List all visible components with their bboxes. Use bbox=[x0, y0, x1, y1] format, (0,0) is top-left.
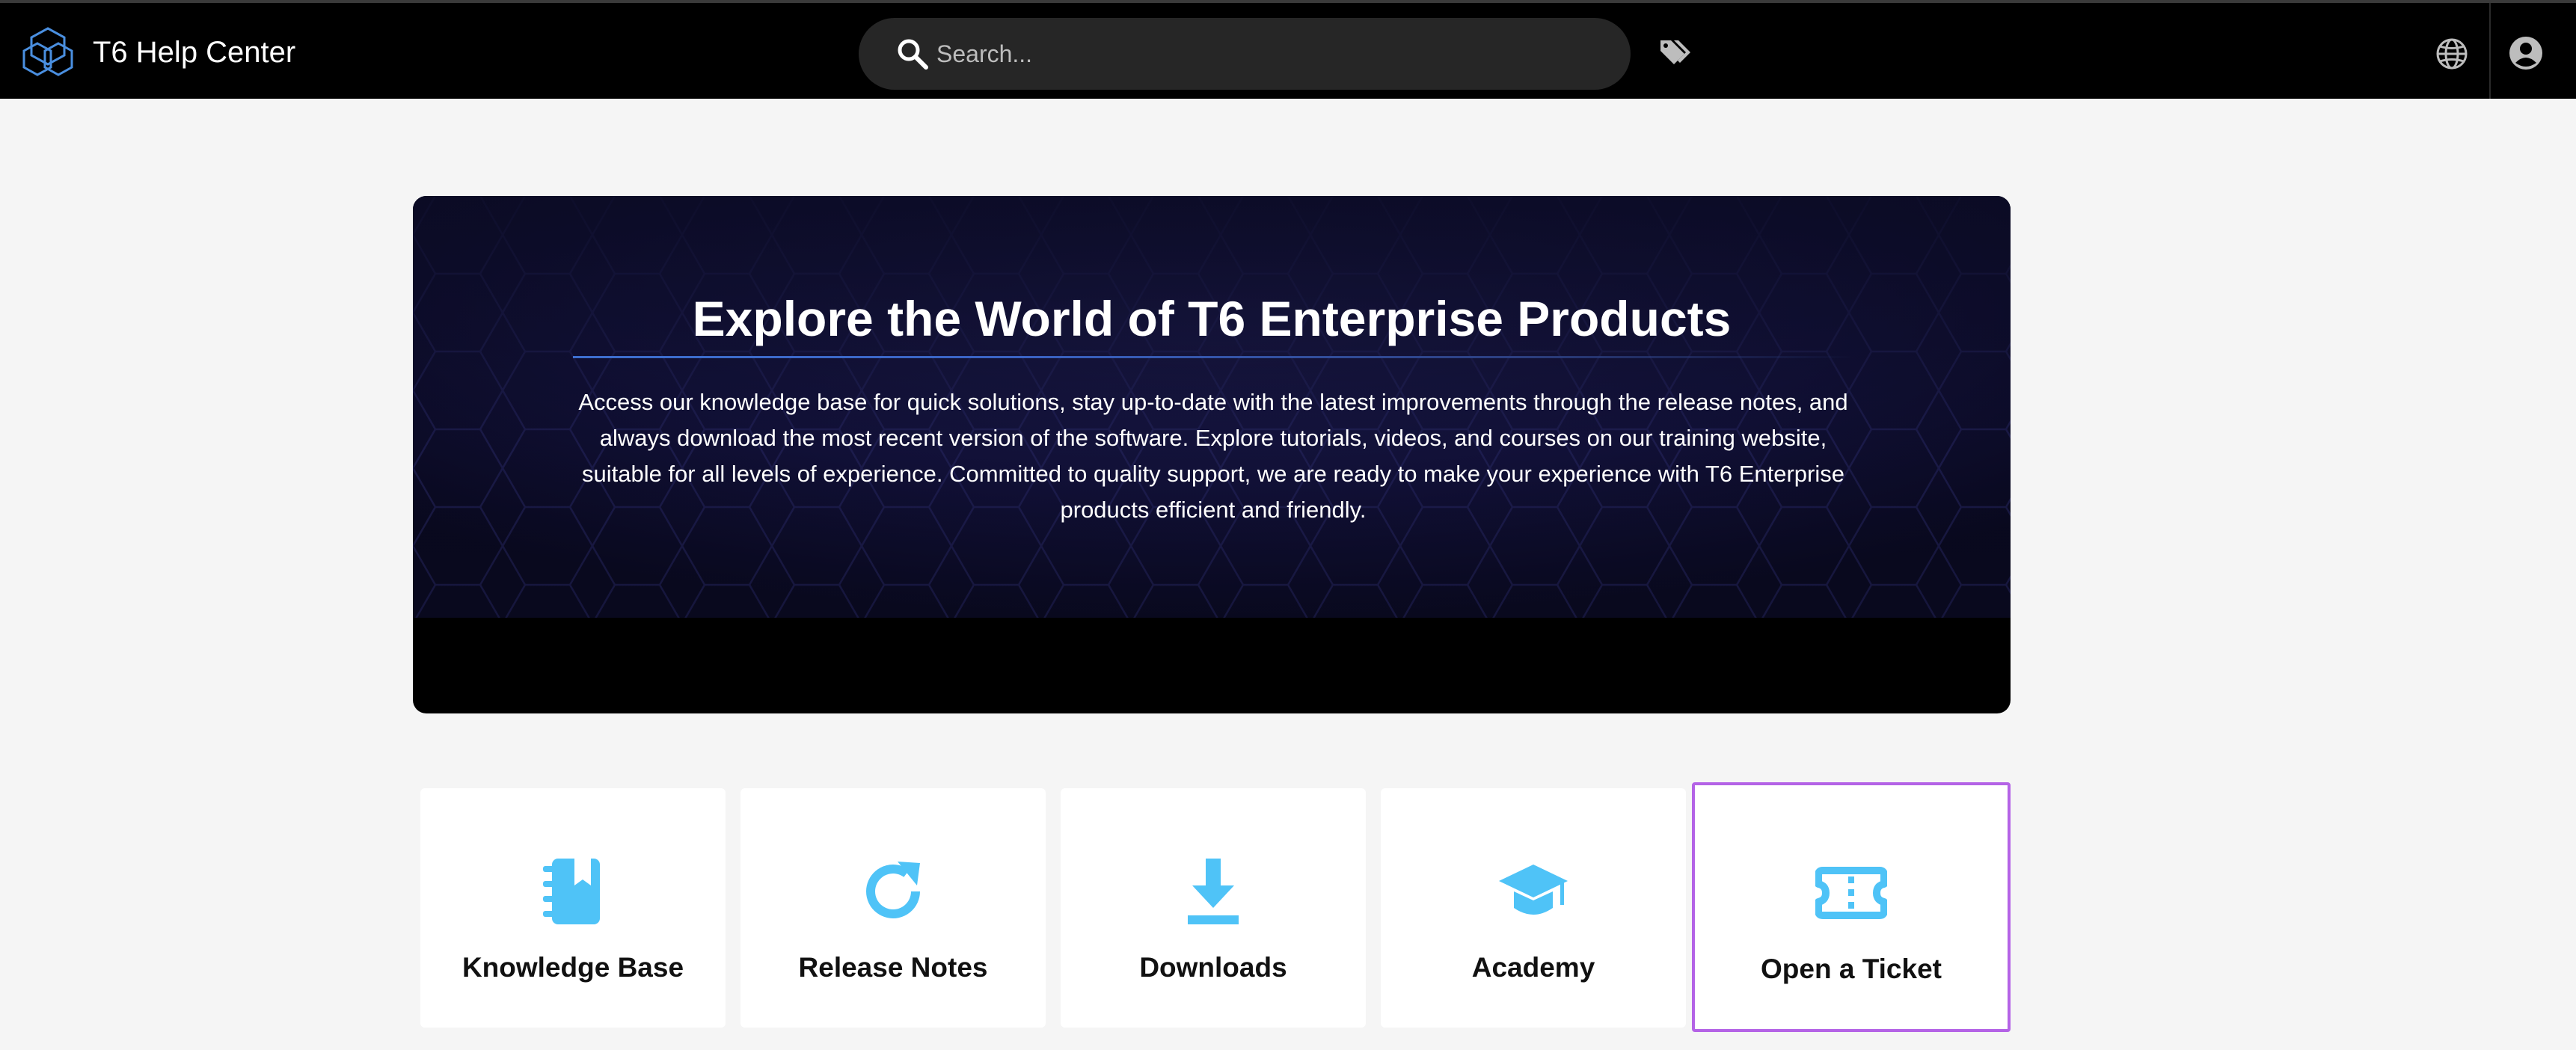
tags-icon[interactable] bbox=[1659, 37, 1693, 67]
card-label: Knowledge Base bbox=[461, 952, 684, 983]
download-icon bbox=[1188, 859, 1239, 924]
ticket-icon bbox=[1815, 867, 1887, 919]
app-title[interactable]: T6 Help Center bbox=[93, 33, 295, 72]
search-bar[interactable] bbox=[859, 18, 1631, 90]
search-icon bbox=[898, 39, 928, 70]
card-knowledge-base[interactable]: Knowledge Base bbox=[420, 788, 726, 1028]
card-label: Release Notes bbox=[798, 952, 988, 983]
search-input[interactable] bbox=[936, 18, 1595, 90]
notebook-icon bbox=[543, 859, 600, 924]
hero-title: Explore the World of T6 Enterprise Produ… bbox=[692, 291, 1732, 346]
card-label: Downloads bbox=[1139, 952, 1287, 983]
globe-icon[interactable] bbox=[2435, 37, 2468, 70]
hero-banner: Explore the World of T6 Enterprise Produ… bbox=[413, 196, 2011, 713]
hexagon-logo-icon[interactable] bbox=[21, 25, 75, 79]
card-release-notes[interactable]: Release Notes bbox=[740, 788, 1046, 1028]
card-open-a-ticket[interactable]: Open a Ticket bbox=[1692, 782, 2011, 1032]
card-academy[interactable]: Academy bbox=[1381, 788, 1686, 1028]
hero-description: Access our knowledge base for quick solu… bbox=[578, 389, 1848, 523]
graduation-cap-icon bbox=[1499, 865, 1568, 915]
card-downloads[interactable]: Downloads bbox=[1061, 788, 1366, 1028]
hero-title-underline bbox=[573, 356, 1853, 358]
top-bar: T6 Help Center bbox=[0, 0, 2576, 99]
header-divider bbox=[2489, 3, 2491, 99]
card-label: Open a Ticket bbox=[1761, 954, 1942, 984]
refresh-icon bbox=[866, 862, 920, 918]
account-icon[interactable] bbox=[2509, 36, 2543, 70]
card-label: Academy bbox=[1471, 952, 1595, 983]
